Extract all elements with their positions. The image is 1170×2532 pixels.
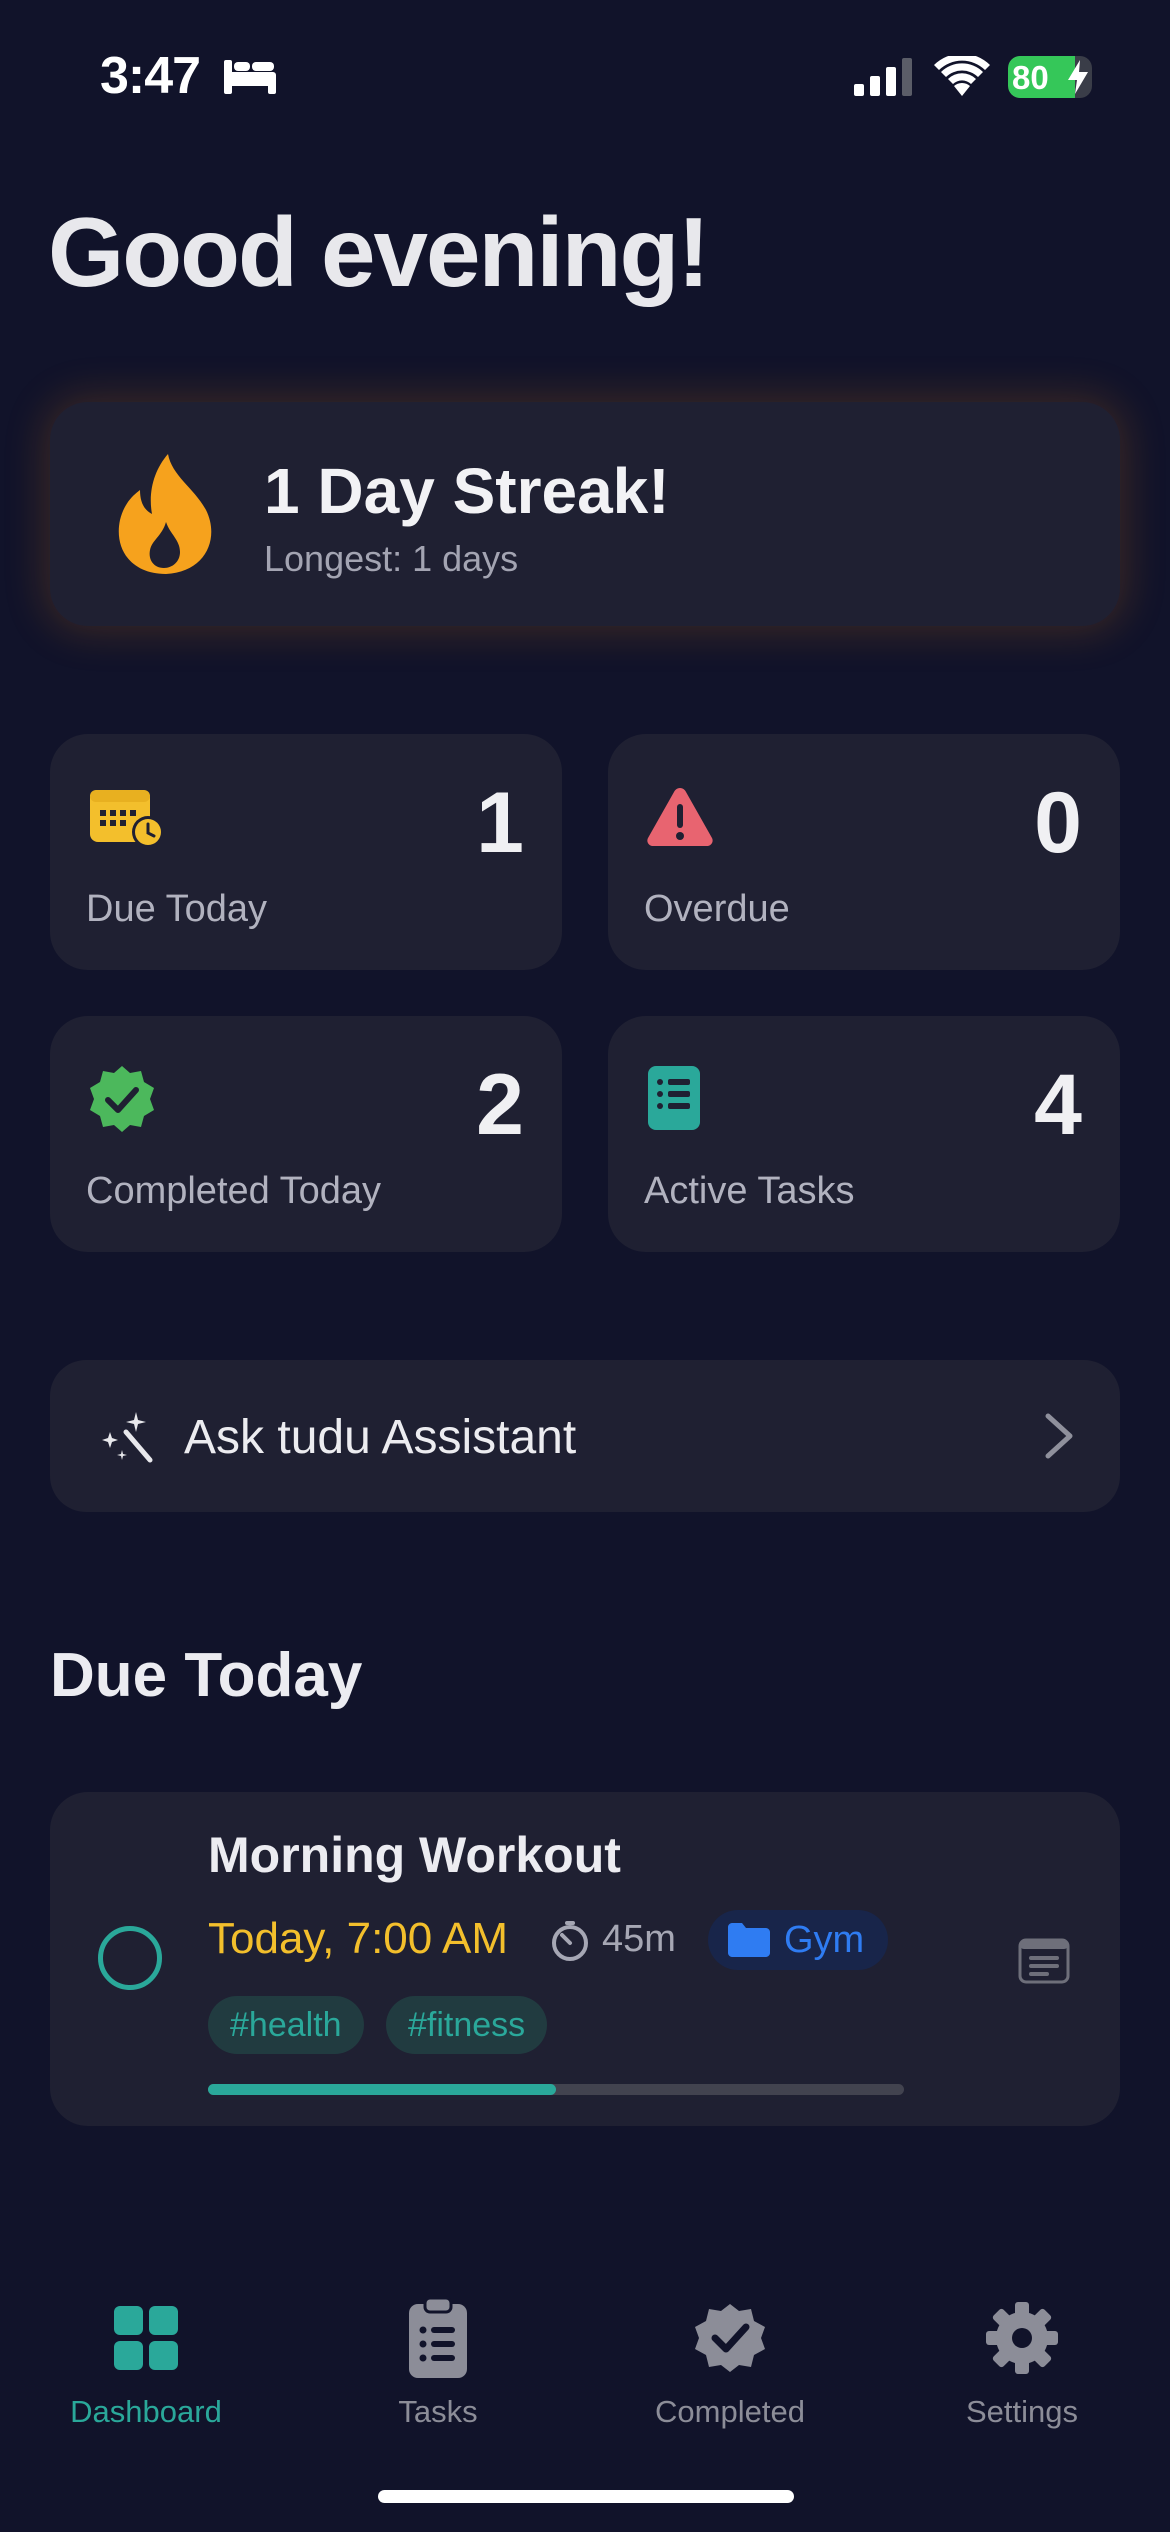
stat-card-overdue[interactable]: 0 Overdue [608,734,1120,970]
home-indicator[interactable] [378,2490,794,2503]
due-today-label: Due Today [86,888,267,930]
tab-label: Dashboard [70,2394,222,2429]
tab-completed[interactable]: Completed [584,2296,876,2430]
due-today-count: 1 [476,775,524,871]
bed-icon [224,60,276,94]
page-title: Good evening! [48,197,710,307]
tab-settings[interactable]: Settings [876,2296,1168,2430]
list-icon [648,1066,700,1130]
battery-level: 80 [1012,59,1049,96]
completed-today-count: 2 [476,1057,524,1153]
stat-card-due-today[interactable]: 1 Due Today [50,734,562,970]
tab-label: Settings [965,2394,1078,2429]
magic-wand-icon [102,1412,153,1463]
status-time: 3:47 [100,47,201,105]
chevron-right-icon [1045,1413,1073,1459]
check-badge-icon [90,1066,154,1132]
charging-bolt-icon [1068,60,1088,94]
timer-icon [552,1921,588,1961]
task-title: Morning Workout [208,1827,621,1883]
task-progress-bar [208,2084,904,2095]
task-complete-toggle[interactable] [98,1926,162,1990]
stat-card-active-tasks[interactable]: 4 Active Tasks [608,1016,1120,1252]
folder-label: Gym [784,1918,865,1961]
task-card[interactable]: Morning Workout Today, 7:00 AM 45m Gym #… [50,1792,1120,2126]
wifi-icon [934,56,990,96]
tab-dashboard[interactable]: Dashboard [0,2296,292,2430]
task-due-date: Today, 7:00 AM [208,1914,509,1963]
active-tasks-label: Active Tasks [644,1170,855,1212]
assistant-label: Ask tudu Assistant [184,1411,577,1464]
tab-label: Tasks [398,2394,478,2429]
warning-icon [647,788,713,846]
task-duration: 45m [602,1918,676,1960]
tag-chip[interactable]: #fitness [386,1996,548,2054]
calendar-clock-icon [90,790,164,848]
signal-icon [854,58,912,96]
folder-icon [728,1923,770,1957]
tag-chip[interactable]: #health [208,1996,364,2054]
dashboard-screen: 3:47 80 Good evening! 1 Day Streak! Long [0,0,1170,2532]
completed-today-label: Completed Today [86,1170,382,1212]
streak-subtitle: Longest: 1 days [264,538,519,579]
streak-title: 1 Day Streak! [264,455,670,527]
gear-icon [986,2302,1058,2374]
stat-card-completed-today[interactable]: 2 Completed Today [50,1016,562,1252]
section-title-due-today: Due Today [50,1641,363,1710]
ask-assistant-button[interactable]: Ask tudu Assistant [50,1360,1120,1512]
active-tasks-count: 4 [1034,1057,1082,1153]
tab-label: Completed [655,2394,805,2429]
battery-icon: 80 [1008,56,1092,98]
task-progress-fill [208,2084,556,2095]
streak-card: 1 Day Streak! Longest: 1 days [50,402,1120,626]
tab-tasks[interactable]: Tasks [292,2296,584,2430]
notes-icon[interactable] [1018,1938,1070,1984]
dashboard-icon [114,2306,178,2370]
flame-icon [118,454,212,574]
check-seal-icon [695,2304,765,2372]
clipboard-icon [409,2296,467,2378]
overdue-label: Overdue [644,888,790,930]
folder-chip[interactable]: Gym [708,1910,889,1970]
overdue-count: 0 [1034,775,1082,871]
